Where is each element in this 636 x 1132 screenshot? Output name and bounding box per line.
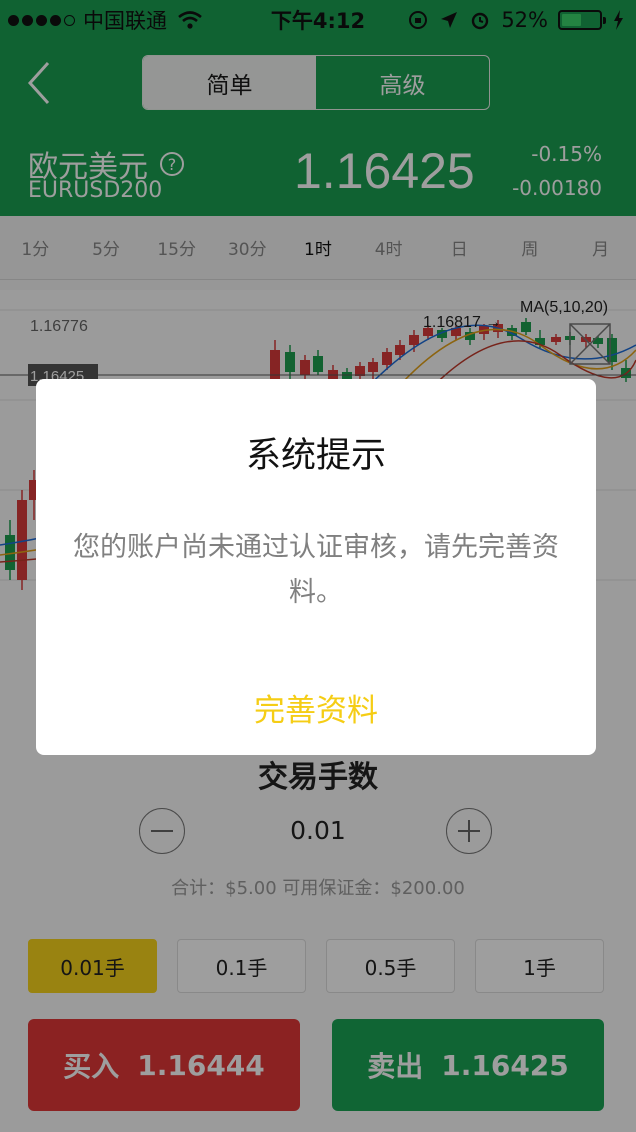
dialog-message: 您的账户尚未通过认证审核，请先完善资料。: [73, 532, 559, 608]
complete-profile-button[interactable]: 完善资料: [36, 685, 596, 730]
dialog-title: 系统提示: [245, 436, 386, 476]
system-alert-dialog: 系统提示 您的账户尚未通过认证审核，请先完善资料。 完善资料: [36, 379, 596, 755]
